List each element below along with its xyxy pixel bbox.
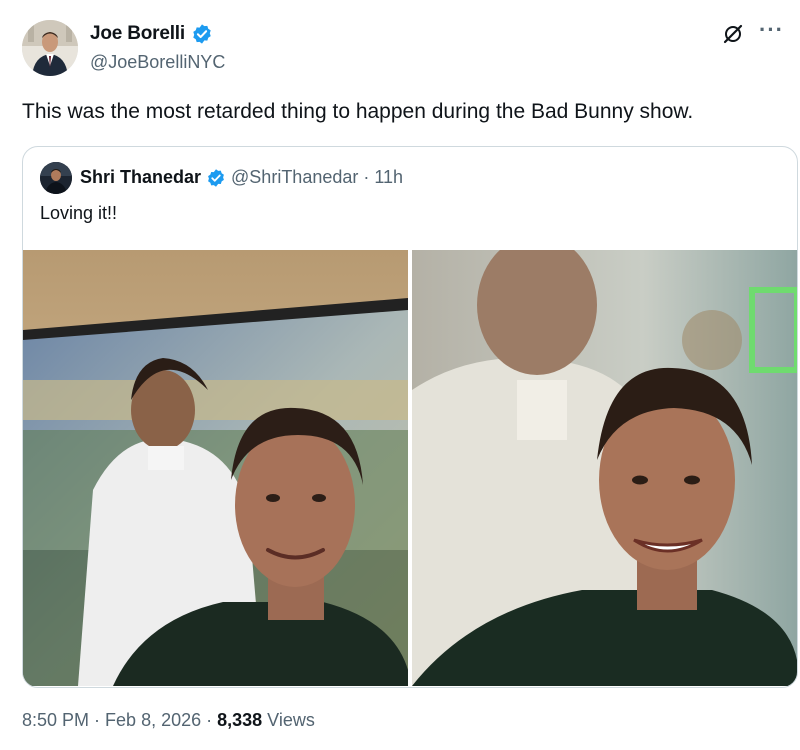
verified-badge-icon bbox=[191, 23, 213, 45]
grok-icon[interactable] bbox=[721, 22, 745, 46]
verified-badge-icon bbox=[206, 168, 226, 188]
more-horizontal-icon[interactable]: ··· bbox=[759, 19, 784, 41]
tweet-time[interactable]: 8:50 PM bbox=[22, 710, 89, 731]
photo-selfie-right[interactable] bbox=[412, 250, 797, 686]
separator-dot: · bbox=[206, 710, 213, 730]
quoted-media-grid bbox=[23, 250, 797, 686]
photo-selfie-left[interactable] bbox=[23, 250, 408, 686]
quoted-display-name[interactable]: Shri Thanedar bbox=[80, 167, 201, 188]
views-label: Views bbox=[267, 710, 315, 730]
quoted-name-row: Shri Thanedar @ShriThanedar · 11h bbox=[80, 167, 403, 188]
quoted-author-avatar[interactable] bbox=[40, 162, 72, 194]
tweet-card: Joe Borelli @JoeBorelliNYC ··· This was … bbox=[0, 0, 800, 750]
tweet-actions-top: ··· bbox=[721, 19, 784, 46]
tweet-text: This was the most retarded thing to happ… bbox=[22, 100, 694, 123]
author-avatar[interactable] bbox=[22, 20, 78, 76]
separator-dot: · bbox=[94, 710, 101, 730]
tweet-date[interactable]: Feb 8, 2026 bbox=[105, 710, 201, 731]
author-name-row: Joe Borelli bbox=[90, 23, 213, 45]
author-handle[interactable]: @JoeBorelliNYC bbox=[90, 52, 225, 73]
quoted-handle[interactable]: @ShriThanedar bbox=[231, 167, 358, 188]
quoted-tweet[interactable]: Shri Thanedar @ShriThanedar · 11h Loving… bbox=[22, 146, 798, 688]
quoted-timestamp[interactable]: 11h bbox=[374, 167, 403, 188]
separator-dot: · bbox=[363, 167, 370, 187]
quoted-text: Loving it!! bbox=[40, 203, 118, 223]
tweet-meta: 8:50 PM · Feb 8, 2026 · 8,338 Views bbox=[22, 710, 315, 731]
author-display-name[interactable]: Joe Borelli bbox=[90, 23, 185, 45]
views-count[interactable]: 8,338 bbox=[217, 710, 262, 731]
